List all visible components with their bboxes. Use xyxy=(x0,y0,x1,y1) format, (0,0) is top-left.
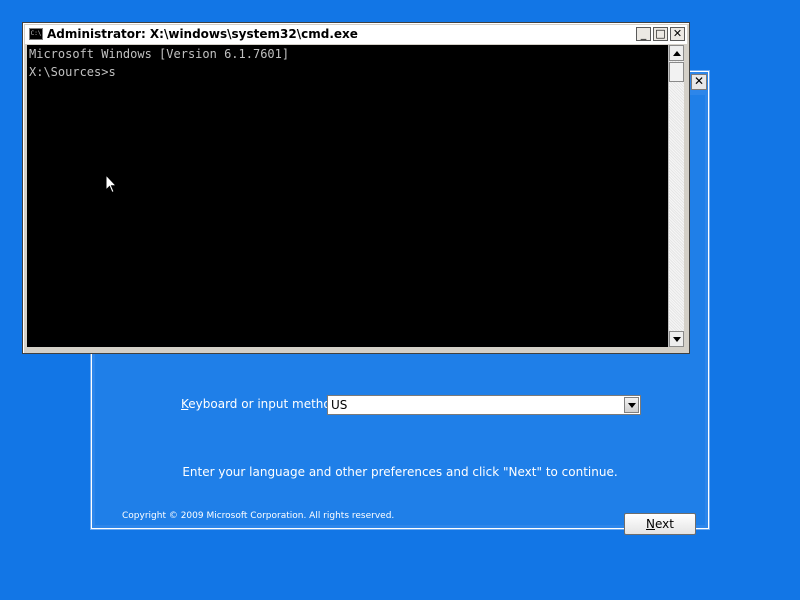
console-line: Microsoft Windows [Version 6.1.7601] xyxy=(29,47,290,61)
setup-close-button[interactable]: ✕ xyxy=(691,74,707,90)
keyboard-label: Keyboard or input method: xyxy=(181,397,343,411)
vertical-scrollbar[interactable] xyxy=(668,45,684,347)
instruction-text: Enter your language and other preference… xyxy=(182,465,618,479)
close-button[interactable]: ✕ xyxy=(670,27,685,41)
minimize-button[interactable]: _ xyxy=(636,27,651,41)
scroll-down-button[interactable] xyxy=(669,331,684,347)
mouse-cursor-icon xyxy=(105,174,117,194)
console-prompt-line: X:\Sources>s xyxy=(29,65,116,79)
cmd-titlebar[interactable]: C:\ Administrator: X:\windows\system32\c… xyxy=(25,25,687,44)
next-button[interactable]: Next xyxy=(624,513,696,535)
chevron-down-icon[interactable] xyxy=(624,397,639,413)
maximize-button[interactable]: □ xyxy=(653,27,668,41)
keyboard-select-value: US xyxy=(331,398,348,412)
window-title: Administrator: X:\windows\system32\cmd.e… xyxy=(47,27,358,41)
copyright-text: Copyright © 2009 Microsoft Corporation. … xyxy=(122,511,395,521)
keyboard-select[interactable]: US xyxy=(327,395,641,415)
cmd-window: C:\ Administrator: X:\windows\system32\c… xyxy=(22,22,690,354)
scroll-up-button[interactable] xyxy=(669,45,684,61)
cmd-icon[interactable]: C:\ xyxy=(29,28,43,40)
console-output[interactable]: Microsoft Windows [Version 6.1.7601] X:\S… xyxy=(27,45,668,347)
scrollbar-thumb[interactable] xyxy=(669,62,684,82)
